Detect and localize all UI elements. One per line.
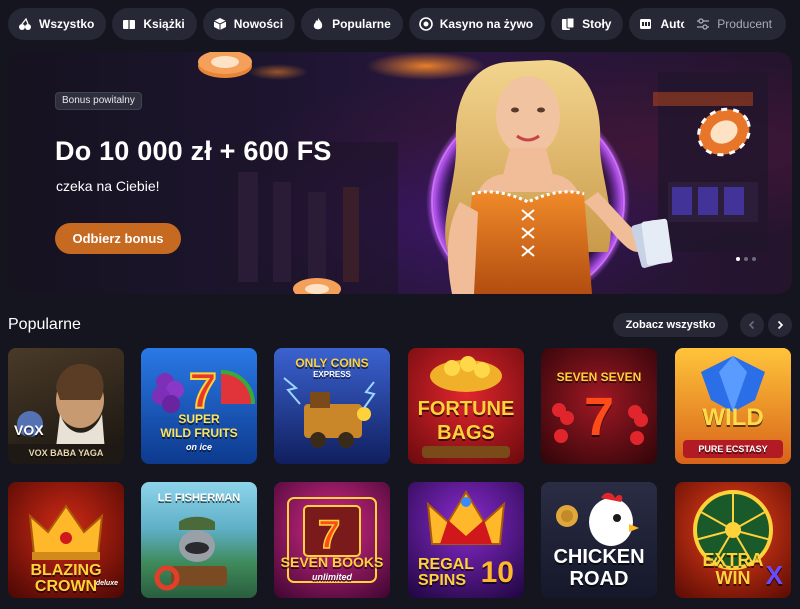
game-title: unlimited: [312, 572, 352, 582]
game-title: ROAD: [569, 568, 629, 590]
game-logo-text: VOX: [14, 422, 44, 438]
game-tile-extra-win-x[interactable]: EXTRA WIN X: [675, 482, 791, 598]
nav-item-label: Kasyno na żywo: [439, 17, 534, 31]
slide-indicator: [736, 257, 756, 261]
game-title: WILD FRUITS: [160, 426, 238, 440]
game-title: 7: [583, 387, 615, 447]
slide-dot[interactable]: [744, 257, 748, 261]
nav-item-label: Nowości: [233, 17, 284, 31]
game-tile-wild-pure-ecstasy[interactable]: WILD PURE ECSTASY: [675, 348, 791, 464]
game-logo-text: SUPER: [178, 412, 220, 426]
game-title: PURE ECSTASY: [698, 444, 768, 454]
slide-dot[interactable]: [752, 257, 756, 261]
game-title: EXPRESS: [313, 370, 351, 379]
banner-subline: czeka na Ciebie!: [56, 178, 160, 194]
chevron-left-icon: [748, 320, 755, 330]
cube-icon: [213, 17, 227, 31]
sliders-icon: [696, 17, 710, 31]
game-tile-super-wild-fruits[interactable]: 7 SUPER WILD FRUITS on ice: [141, 348, 257, 464]
game-title: VOX BABA YAGA: [28, 448, 104, 458]
nav-item-kasyno-na-zywo[interactable]: Kasyno na żywo: [408, 8, 546, 40]
next-arrow-button[interactable]: [768, 313, 792, 337]
chevron-right-icon: [777, 320, 784, 330]
game-logo-text: LE FISHERMAN: [157, 492, 241, 504]
game-subtitle: X: [765, 560, 783, 590]
game-tile-le-fisherman[interactable]: LE FISHERMAN: [141, 482, 257, 598]
flame-icon: [311, 17, 325, 31]
nav-item-popularne[interactable]: Popularne: [301, 8, 403, 40]
promo-banner[interactable]: Bonus powitalny Do 10 000 zł + 600 FS cz…: [8, 52, 792, 294]
producer-filter-button[interactable]: Producent: [684, 8, 786, 40]
game-tile-blazing-crown[interactable]: BLAZING CROWN deluxe: [8, 482, 124, 598]
game-tile-vox-baba-yaga[interactable]: VOX VOX BABA YAGA: [8, 348, 124, 464]
game-logo-text: ONLY COINS: [295, 356, 369, 370]
game-logo-text: SEVEN BOOKS: [280, 554, 384, 570]
game-logo-text: WILD: [702, 404, 764, 431]
game-tile-only-coins-express[interactable]: ONLY COINS EXPRESS: [274, 348, 390, 464]
bonus-tag: Bonus powitalny: [55, 92, 142, 110]
nav-item-label: Książki: [143, 17, 185, 31]
slot-icon: [639, 17, 653, 31]
game-subtitle: 10: [480, 556, 514, 589]
game-title: SPINS: [418, 572, 467, 589]
see-all-button[interactable]: Zobacz wszystko: [613, 313, 728, 337]
prev-arrow-button[interactable]: [740, 313, 764, 337]
cherries-icon: [18, 17, 32, 31]
game-logo-text: CHICKEN: [553, 546, 645, 568]
game-tile-seven-books-unlimited[interactable]: 7 SEVEN BOOKS unlimited: [274, 482, 390, 598]
banner-artwork: [198, 52, 768, 294]
game-tile-seven-seven[interactable]: SEVEN SEVEN 7: [541, 348, 657, 464]
chip-icon: [418, 17, 433, 31]
svg-text:7: 7: [318, 513, 340, 557]
nav-item-label: Wszystko: [39, 17, 95, 31]
cards-icon: [561, 17, 575, 31]
banner-headline: Do 10 000 zł + 600 FS: [55, 136, 332, 166]
book-icon: [122, 17, 136, 31]
nav-item-nowosci[interactable]: Nowości: [202, 8, 296, 40]
nav-item-ksiazki[interactable]: Książki: [112, 8, 197, 40]
game-logo-text: FORTUNE: [417, 398, 515, 420]
game-logo-text: SEVEN SEVEN: [556, 370, 642, 384]
game-subtitle: on ice: [185, 442, 212, 452]
game-tile-fortune-bags[interactable]: FORTUNE BAGS: [408, 348, 524, 464]
category-nav: Wszystko Książki Nowości Popularne Kasyn…: [8, 8, 792, 40]
slide-dot[interactable]: [736, 257, 740, 261]
section-title: Popularne: [8, 316, 81, 333]
nav-item-label: Popularne: [332, 17, 391, 31]
game-artwork: [8, 363, 124, 464]
svg-text:7: 7: [189, 363, 217, 419]
game-subtitle: deluxe: [95, 580, 118, 587]
nav-item-stoly[interactable]: Stoły: [551, 8, 624, 40]
game-tile-chicken-road[interactable]: CHICKEN ROAD: [541, 482, 657, 598]
game-title: BAGS: [437, 422, 495, 444]
claim-bonus-button[interactable]: Odbierz bonus: [55, 223, 181, 254]
producer-label: Producent: [717, 17, 772, 31]
game-tile-regal-spins[interactable]: REGAL SPINS 10: [408, 482, 524, 598]
nav-item-label: Stoły: [582, 17, 612, 31]
nav-item-wszystko[interactable]: Wszystko: [8, 8, 107, 40]
